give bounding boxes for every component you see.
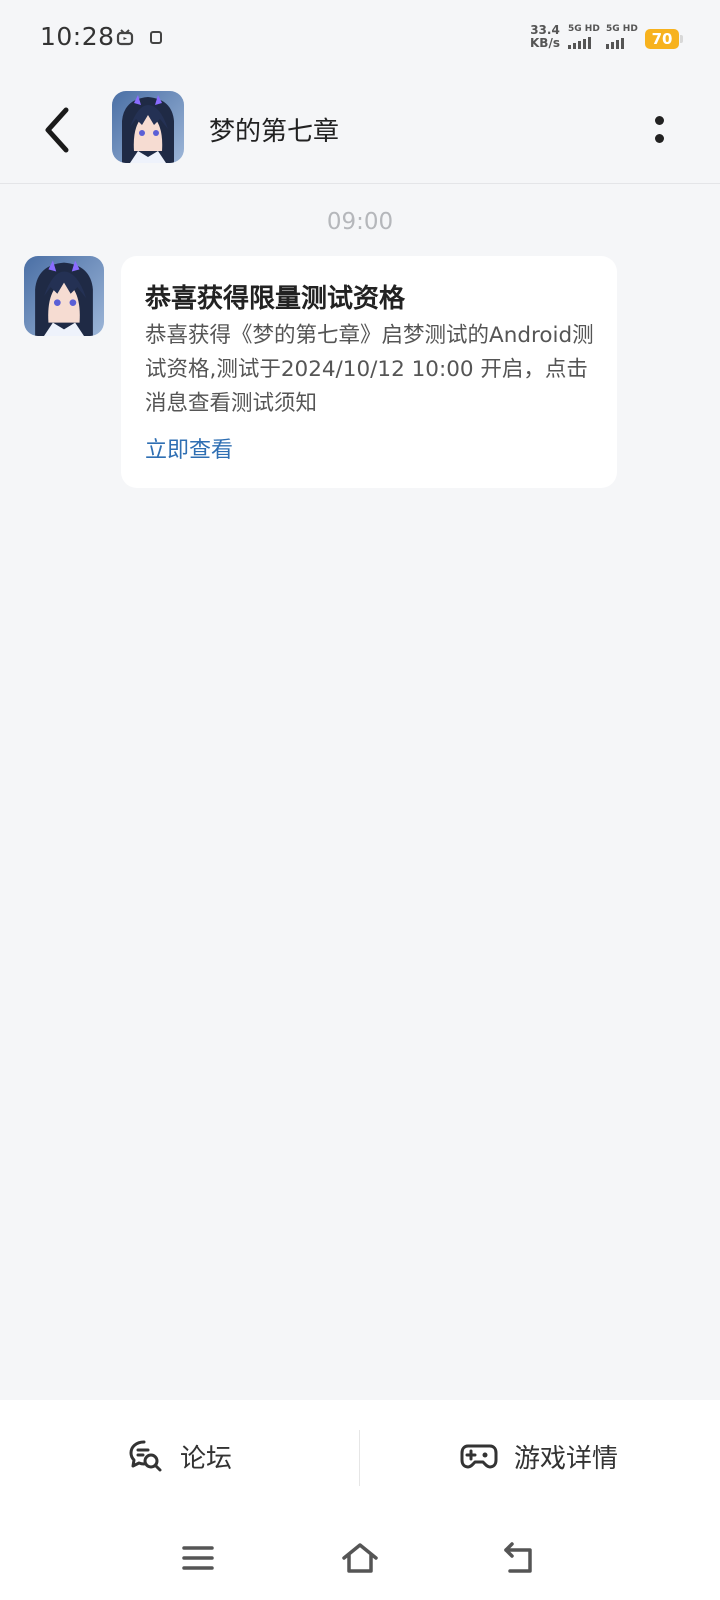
view-now-link[interactable]: 立即查看 [145,432,233,464]
gamepad-icon [460,1444,498,1469]
message-timestamp: 09:00 [326,209,394,235]
game-detail-button[interactable]: 游戏详情 [460,1426,618,1486]
divider [359,1430,360,1486]
status-bar: 10:28 33.4 KB/s 5G HD 5G HD 70 [0,0,720,78]
net-speed-unit: KB/s [530,36,560,50]
back-button[interactable] [36,102,80,158]
signal-sim1-icon: 5G HD [568,24,600,49]
chat-screen: 10:28 33.4 KB/s 5G HD 5G HD 70 梦的第七章 09:… [0,0,720,1600]
message-title: 恭喜获得限量测试资格 [145,284,406,314]
notification-icon [150,31,162,44]
chevron-left-icon [45,107,69,153]
sim1-label: 5G HD [568,24,600,34]
game-detail-label: 游戏详情 [514,1443,619,1474]
net-speed-value: 33.4 [530,23,560,37]
sim2-label: 5G HD [606,24,638,34]
recent-apps-button[interactable] [178,1538,218,1578]
forum-icon [129,1440,162,1472]
dot-icon [655,116,664,125]
back-nav-button[interactable] [500,1538,540,1578]
forum-label: 论坛 [180,1443,233,1474]
status-time: 10:28 [40,22,115,51]
battery-icon: 70 [645,29,683,49]
menu-icon [182,1546,214,1570]
home-icon [342,1543,378,1573]
sender-avatar[interactable] [24,256,104,336]
home-button[interactable] [340,1538,380,1578]
chat-header: 梦的第七章 [0,78,720,184]
forum-button[interactable]: 论坛 [128,1426,232,1486]
more-options-button[interactable] [648,106,672,156]
tv-app-icon [116,28,134,46]
dot-icon [655,134,664,143]
message-body: 恭喜获得《梦的第七章》启梦测试的Android测试资格,测试于2024/10/1… [145,323,594,416]
bottom-action-bar: 论坛 游戏详情 [0,1400,720,1518]
anime-girl-avatar-icon [24,256,104,336]
net-speed: 33.4 KB/s [528,24,562,50]
game-avatar[interactable] [112,91,184,163]
back-arrow-icon [504,1542,532,1573]
message-bubble[interactable]: 恭喜获得限量测试资格 恭喜获得《梦的第七章》启梦测试的Android测试资格,测… [121,256,617,488]
chat-title: 梦的第七章 [209,117,340,147]
signal-sim2-icon: 5G HD [606,24,638,49]
system-nav-bar [0,1518,720,1600]
anime-girl-avatar-icon [112,91,184,163]
